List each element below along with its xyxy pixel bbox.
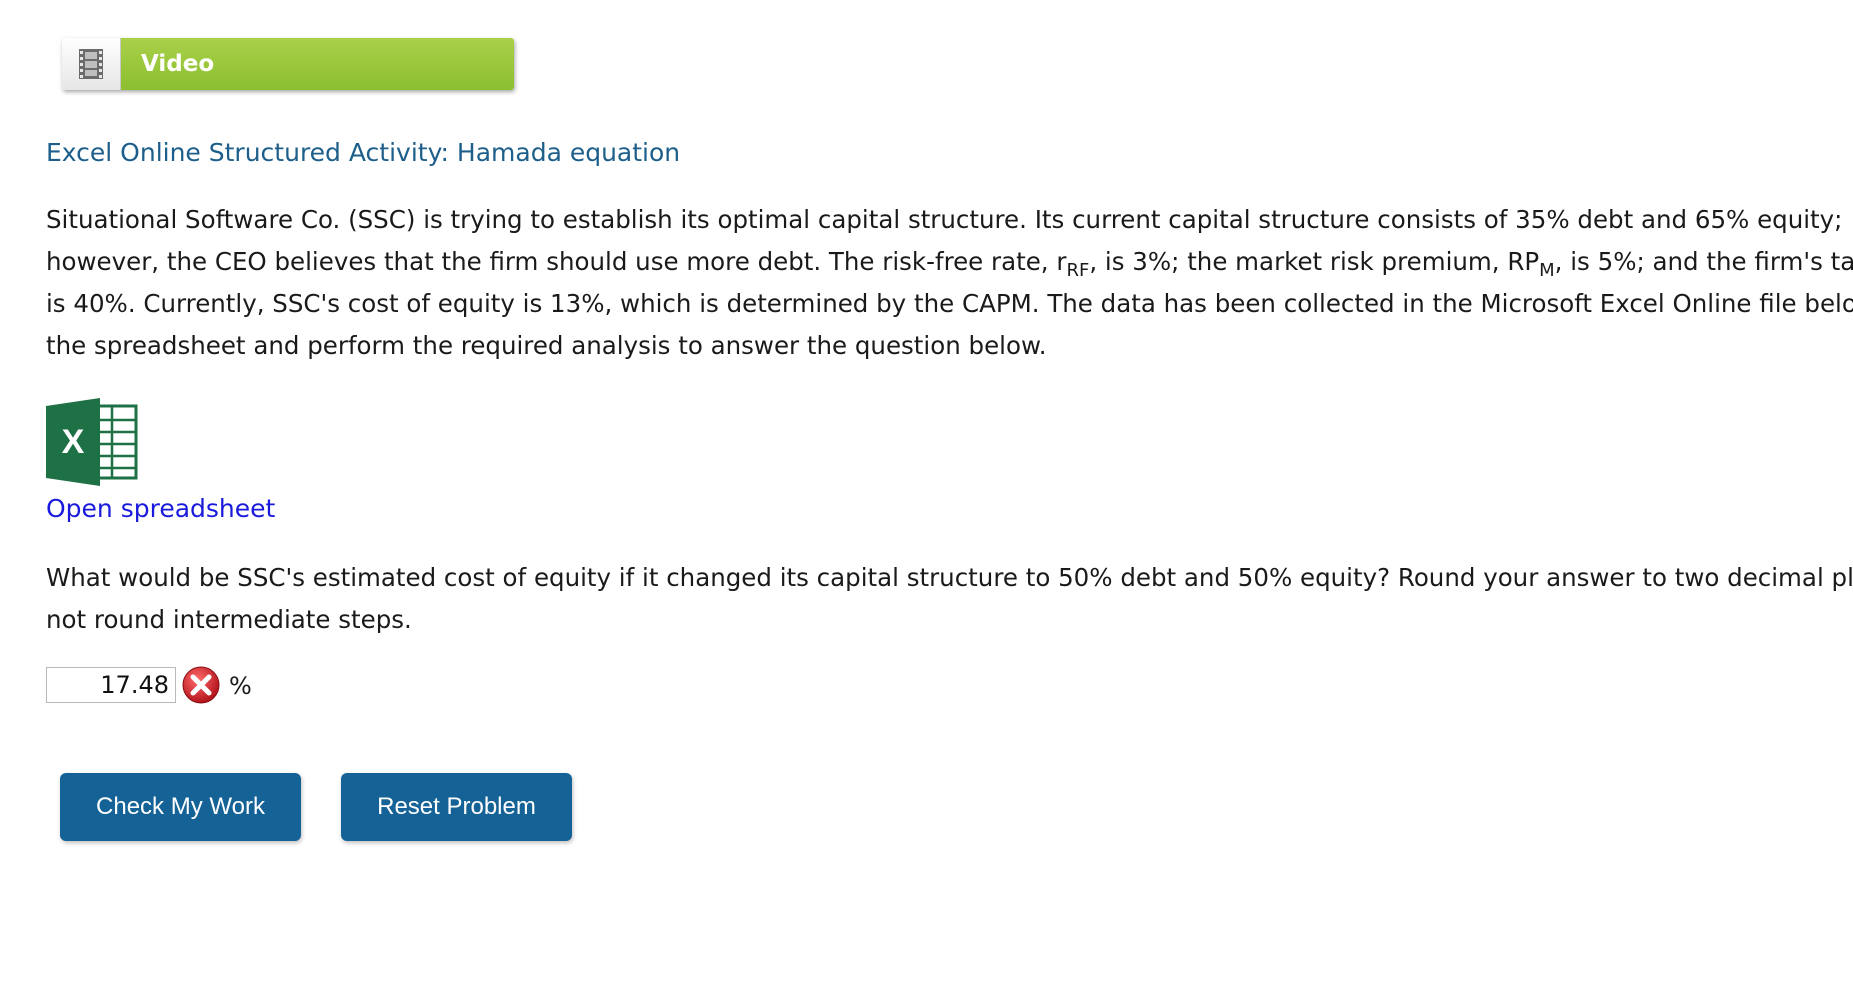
problem-line-3: is 40%. Currently, SSC's cost of equity … (46, 289, 1853, 318)
answer-input[interactable] (46, 667, 176, 703)
question-line-1: What would be SSC's estimated cost of eq… (46, 563, 1853, 592)
open-spreadsheet-link[interactable]: Open spreadsheet (46, 494, 275, 523)
problem-line-2-part-a: however, the CEO believes that the firm … (46, 247, 1067, 276)
problem-line-1: Situational Software Co. (SSC) is trying… (46, 205, 1843, 234)
problem-line-2-part-b: , is 3%; the market risk premium, RP (1089, 247, 1540, 276)
video-label-area[interactable]: Video (121, 38, 514, 90)
percent-unit: % (229, 672, 252, 700)
incorrect-x-icon (181, 665, 221, 705)
rpm-subscript: M (1539, 260, 1555, 281)
film-strip-icon (62, 38, 121, 90)
question-line-2: not round intermediate steps. (46, 605, 412, 634)
rrf-subscript: RF (1066, 260, 1090, 281)
check-my-work-button[interactable]: Check My Work (60, 773, 301, 841)
problem-line-4: the spreadsheet and perform the required… (46, 331, 1047, 360)
activity-title: Excel Online Structured Activity: Hamada… (46, 138, 681, 167)
problem-statement: Situational Software Co. (SSC) is trying… (46, 199, 1853, 367)
excel-icon[interactable]: X (46, 398, 140, 486)
question-statement: What would be SSC's estimated cost of eq… (46, 557, 1853, 641)
video-button[interactable]: Video (62, 38, 514, 90)
problem-line-2-part-c: , is 5%; and the firm's ta (1554, 247, 1853, 276)
problem-line-2: however, the CEO believes that the firm … (46, 241, 1853, 283)
svg-text:X: X (62, 423, 85, 461)
reset-problem-button[interactable]: Reset Problem (341, 773, 572, 841)
video-label: Video (141, 51, 215, 77)
